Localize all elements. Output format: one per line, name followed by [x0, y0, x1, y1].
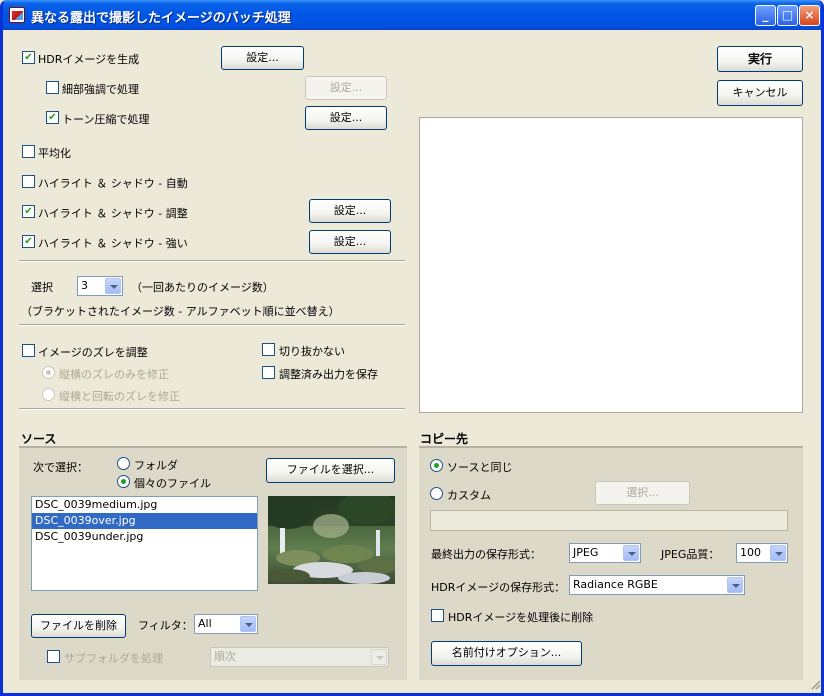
destination-path-field[interactable]: [430, 510, 788, 531]
save-adjusted-checkbox[interactable]: [262, 366, 275, 379]
delete-file-button[interactable]: ファイルを削除: [31, 614, 126, 638]
chevron-down-icon[interactable]: [623, 545, 639, 561]
select-count-label: 選択: [31, 281, 53, 294]
jpeg-quality-select[interactable]: 100: [736, 543, 788, 563]
hdr-format-label: HDRイメージの保存形式：: [431, 581, 566, 594]
select-by-label: 次で選択：: [33, 461, 88, 474]
resize-grip-icon[interactable]: [809, 678, 821, 690]
align-checkbox[interactable]: [22, 344, 35, 357]
same-as-source-radio[interactable]: [430, 459, 443, 472]
align-label: イメージのズレを調整: [38, 346, 148, 359]
jpeg-quality-value: 100: [740, 546, 761, 559]
divider: [19, 408, 405, 410]
filter-select[interactable]: All: [194, 614, 258, 634]
chevron-down-icon[interactable]: [371, 649, 387, 665]
translate-only-label: 縦横のズレのみを修正: [59, 368, 169, 381]
list-item[interactable]: DSC_0039medium.jpg: [32, 497, 257, 513]
average-checkbox[interactable]: [22, 145, 35, 158]
translate-rotate-radio[interactable]: [42, 388, 55, 401]
batch-window: 異なる露出で撮影したイメージのバッチ処理 _ □ × ✔ HDRイメージを生成 …: [0, 0, 824, 696]
files-label: 個々のファイル: [134, 477, 211, 490]
tone-compress-checkbox[interactable]: ✔: [46, 111, 59, 124]
list-item[interactable]: DSC_0039under.jpg: [32, 529, 257, 545]
hs-adjust-label: ハイライト ＆ シャドウ - 調整: [38, 207, 188, 220]
select-count-suffix: （一回あたりのイメージ数）: [131, 281, 274, 294]
subfolder-label: サブフォルダを処理: [64, 652, 163, 665]
run-button[interactable]: 実行: [717, 46, 803, 72]
image-count-value: 3: [81, 279, 88, 292]
hdr-format-value: Radiance RGBE: [573, 578, 658, 591]
jpeg-quality-label: JPEG品質：: [661, 548, 720, 561]
hs-strong-label: ハイライト ＆ シャドウ - 強い: [38, 237, 188, 250]
app-icon: [9, 7, 25, 23]
subfolder-checkbox[interactable]: [47, 650, 60, 663]
choose-destination-button[interactable]: 選択...: [595, 481, 690, 505]
no-crop-checkbox[interactable]: [262, 343, 275, 356]
image-count-select[interactable]: 3: [77, 276, 123, 296]
same-as-source-label: ソースと同じ: [447, 461, 513, 474]
file-list[interactable]: DSC_0039medium.jpg DSC_0039over.jpg DSC_…: [31, 496, 258, 591]
custom-label: カスタム: [447, 489, 491, 502]
bracket-note: （ブラケットされたイメージ数 - アルファベット順に並べ替え）: [21, 305, 340, 318]
choose-files-button[interactable]: ファイルを選択...: [266, 458, 395, 483]
hs-adjust-checkbox[interactable]: ✔: [22, 205, 35, 218]
hdr-format-select[interactable]: Radiance RGBE: [569, 575, 745, 595]
translate-only-radio[interactable]: [42, 366, 55, 379]
divider: [19, 260, 405, 262]
hs-auto-label: ハイライト ＆ シャドウ - 自動: [38, 177, 188, 190]
source-title: ソース: [21, 432, 57, 446]
chevron-down-icon[interactable]: [727, 577, 743, 593]
maximize-button[interactable]: □: [777, 5, 798, 26]
hdr-generate-label: HDRイメージを生成: [38, 53, 140, 66]
hs-strong-settings-button[interactable]: 設定...: [309, 230, 391, 254]
order-value: 順次: [214, 650, 236, 663]
hs-auto-checkbox[interactable]: [22, 175, 35, 188]
cancel-button[interactable]: キャンセル: [717, 80, 803, 106]
output-format-select[interactable]: JPEG: [569, 543, 641, 563]
tone-compress-label: トーン圧縮で処理: [62, 113, 150, 126]
minimize-button[interactable]: _: [755, 5, 776, 26]
naming-options-button[interactable]: 名前付けオプション...: [431, 641, 582, 666]
detail-settings-button[interactable]: 設定...: [305, 76, 387, 100]
folder-label: フォルダ: [134, 459, 178, 472]
custom-radio[interactable]: [430, 487, 443, 500]
output-format-value: JPEG: [573, 546, 599, 559]
filter-value: All: [198, 617, 212, 630]
files-radio[interactable]: [117, 475, 130, 488]
save-adjusted-label: 調整済み出力を保存: [279, 368, 378, 381]
hs-strong-checkbox[interactable]: ✔: [22, 235, 35, 248]
filter-label: フィルタ：: [138, 619, 193, 632]
output-format-label: 最終出力の保存形式：: [431, 548, 541, 561]
delete-hdr-label: HDRイメージを処理後に削除: [448, 611, 594, 624]
delete-hdr-checkbox[interactable]: [431, 609, 444, 622]
hdr-settings-button[interactable]: 設定...: [221, 46, 304, 70]
thumbnail-image: [268, 496, 395, 584]
detail-enhance-checkbox[interactable]: [46, 81, 59, 94]
window-title: 異なる露出で撮影したイメージのバッチ処理: [31, 11, 291, 26]
list-item[interactable]: DSC_0039over.jpg: [32, 513, 257, 529]
chevron-down-icon[interactable]: [105, 278, 121, 294]
hdr-generate-checkbox[interactable]: ✔: [22, 51, 35, 64]
tone-settings-button[interactable]: 設定...: [305, 106, 387, 130]
title-bar[interactable]: 異なる露出で撮影したイメージのバッチ処理 _ □ ×: [3, 0, 821, 30]
chevron-down-icon[interactable]: [240, 616, 256, 632]
preview-pane: [419, 117, 803, 413]
average-label: 平均化: [38, 147, 71, 160]
hs-adjust-settings-button[interactable]: 設定...: [309, 199, 391, 223]
close-button[interactable]: ×: [799, 5, 820, 26]
divider: [19, 324, 405, 326]
chevron-down-icon[interactable]: [770, 545, 786, 561]
translate-rotate-label: 縦横と回転のズレを修正: [59, 390, 180, 403]
destination-title: コピー先: [420, 432, 469, 446]
no-crop-label: 切り抜かない: [279, 345, 345, 358]
detail-enhance-label: 細部強調で処理: [62, 83, 139, 96]
folder-radio[interactable]: [117, 457, 130, 470]
order-select[interactable]: 順次: [210, 647, 389, 667]
